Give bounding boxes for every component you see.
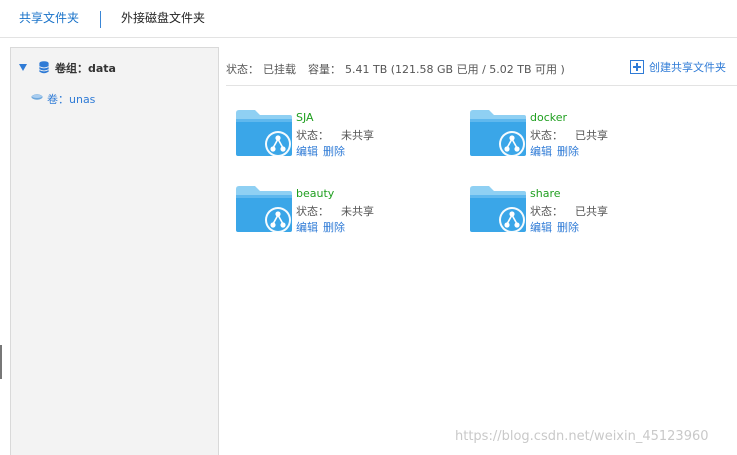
folder-status-key: 状态：: [530, 129, 563, 142]
folder-status-value: 未共享: [341, 129, 374, 142]
folder-name[interactable]: SJA: [296, 111, 314, 124]
edit-link[interactable]: 编辑: [296, 145, 318, 158]
status-key: 状态：: [226, 63, 259, 76]
folder-card: share 状态： 已共享 编辑 删除: [469, 185, 669, 247]
create-shared-folder-label: 创建共享文件夹: [649, 61, 726, 74]
status-value: 已挂载: [263, 63, 296, 76]
shared-folder-icon[interactable]: [469, 185, 527, 233]
shared-folder-icon[interactable]: [235, 185, 293, 233]
delete-link[interactable]: 删除: [323, 221, 345, 234]
volume-tree-sidebar: 卷组：data 卷：unas: [10, 47, 219, 455]
create-shared-folder-button[interactable]: 创建共享文件夹: [630, 59, 726, 75]
folder-status-key: 状态：: [296, 205, 329, 218]
volume-group-label[interactable]: 卷组：data: [55, 60, 116, 76]
folder-actions: 编辑 删除: [296, 219, 350, 235]
tab-external-disk-folders[interactable]: 外接磁盘文件夹: [121, 10, 205, 26]
plus-square-icon: [630, 60, 644, 74]
volume-item-unas[interactable]: 卷：unas: [47, 91, 95, 107]
folder-card: docker 状态： 已共享 编辑 删除: [469, 109, 669, 171]
folder-status: 状态： 未共享: [296, 203, 374, 219]
shared-folder-icon[interactable]: [469, 109, 527, 157]
window-edge-handle: [0, 345, 2, 379]
delete-link[interactable]: 删除: [557, 221, 579, 234]
tab-shared-folders[interactable]: 共享文件夹: [19, 10, 79, 26]
delete-link[interactable]: 删除: [323, 145, 345, 158]
triangle-down-icon[interactable]: [19, 64, 27, 71]
folder-status: 状态： 已共享: [530, 203, 608, 219]
volume-status-bar: 状态： 已挂载 容量： 5.41 TB (121.58 GB 已用 / 5.02…: [226, 47, 737, 86]
edit-link[interactable]: 编辑: [296, 221, 318, 234]
tab-divider: [100, 11, 101, 28]
folder-actions: 编辑 删除: [530, 219, 584, 235]
folder-status-key: 状态：: [530, 205, 563, 218]
folder-status: 状态： 已共享: [530, 127, 608, 143]
capacity-value: 5.41 TB (121.58 GB 已用 / 5.02 TB 可用 ): [345, 63, 565, 76]
folder-actions: 编辑 删除: [296, 143, 350, 159]
folder-status-value: 已共享: [575, 205, 608, 218]
folder-actions: 编辑 删除: [530, 143, 584, 159]
folder-panel: 状态： 已挂载 容量： 5.41 TB (121.58 GB 已用 / 5.02…: [226, 47, 737, 455]
folder-status: 状态： 未共享: [296, 127, 374, 143]
folder-name[interactable]: docker: [530, 111, 567, 124]
database-icon: [39, 61, 49, 74]
folder-name[interactable]: beauty: [296, 187, 334, 200]
folder-card: beauty 状态： 未共享 编辑 删除: [235, 185, 435, 247]
folder-card: SJA 状态： 未共享 编辑 删除: [235, 109, 435, 171]
edit-link[interactable]: 编辑: [530, 221, 552, 234]
folder-status-key: 状态：: [296, 129, 329, 142]
capacity-key: 容量：: [308, 63, 341, 76]
folder-status-value: 未共享: [341, 205, 374, 218]
disk-icon: [31, 94, 43, 100]
edit-link[interactable]: 编辑: [530, 145, 552, 158]
tab-bar: 共享文件夹 外接磁盘文件夹: [0, 0, 737, 38]
delete-link[interactable]: 删除: [557, 145, 579, 158]
shared-folder-icon[interactable]: [235, 109, 293, 157]
folder-status-value: 已共享: [575, 129, 608, 142]
watermark: https://blog.csdn.net/weixin_45123960: [455, 429, 709, 444]
folder-name[interactable]: share: [530, 187, 561, 200]
